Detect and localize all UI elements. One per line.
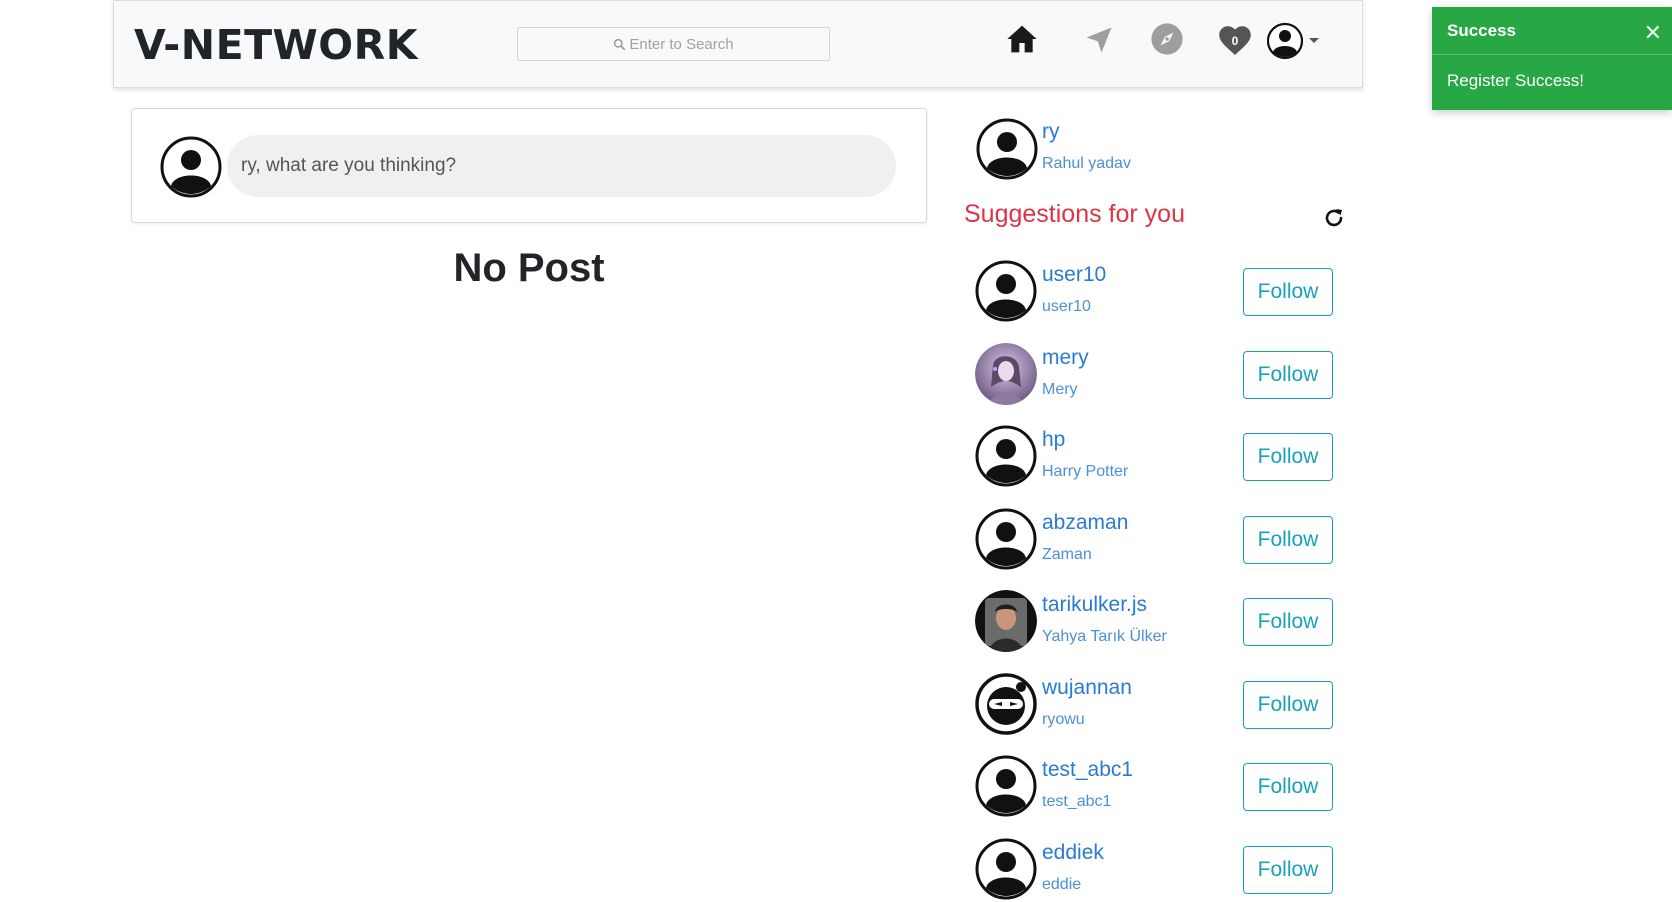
- follow-button[interactable]: Follow: [1243, 268, 1333, 316]
- current-fullname: Rahul yadav: [1042, 155, 1131, 172]
- suggestion-avatar[interactable]: [975, 672, 1037, 735]
- follow-button[interactable]: Follow: [1243, 515, 1333, 564]
- suggestion-username[interactable]: test_abc1: [1042, 758, 1133, 782]
- suggestions-list: user10 user10 Follow mery Mery Follow hp…: [975, 260, 1345, 902]
- toast-header: Success: [1432, 7, 1672, 55]
- suggestion-item: tarikulker.js Yahya Tarık Ülker Follow: [975, 590, 1345, 673]
- suggestion-username[interactable]: abzaman: [1042, 511, 1128, 535]
- refresh-icon[interactable]: [1322, 206, 1346, 230]
- toast-title: Success: [1447, 20, 1516, 40]
- suggestion-item: abzaman Zaman Follow: [975, 508, 1345, 591]
- suggestion-avatar[interactable]: [975, 838, 1037, 900]
- no-post-message: No Post: [453, 246, 605, 290]
- suggestion-username[interactable]: eddiek: [1042, 841, 1104, 865]
- toast-message: Register Success!: [1447, 71, 1584, 90]
- brand-logo[interactable]: V-NETWORK: [134, 21, 418, 69]
- send-icon[interactable]: [1081, 22, 1117, 58]
- profile-menu[interactable]: [1267, 21, 1323, 61]
- follow-button[interactable]: Follow: [1243, 433, 1333, 481]
- suggestion-fullname: Mery: [1042, 380, 1078, 398]
- suggestion-item: user10 user10 Follow: [975, 260, 1345, 343]
- suggestion-item: wujannan ryowu Follow: [975, 672, 1345, 756]
- suggestion-username[interactable]: hp: [1042, 428, 1065, 452]
- suggestion-item: hp Harry Potter Follow: [975, 425, 1345, 508]
- suggestion-username[interactable]: tarikulker.js: [1042, 593, 1147, 617]
- nav-icons: 0: [982, 1, 1362, 89]
- follow-button[interactable]: Follow: [1243, 845, 1333, 894]
- suggestion-fullname: ryowu: [1042, 710, 1085, 728]
- suggestion-item: eddiek eddie Follow: [975, 838, 1345, 902]
- suggestion-avatar[interactable]: [975, 590, 1037, 652]
- suggestion-avatar[interactable]: [975, 755, 1037, 817]
- suggestion-fullname: user10: [1042, 298, 1091, 315]
- current-user-avatar[interactable]: [976, 118, 1038, 180]
- follow-button[interactable]: Follow: [1243, 598, 1333, 646]
- suggestion-username[interactable]: wujannan: [1042, 676, 1132, 700]
- caret-down-icon: [1309, 38, 1319, 43]
- notification-count: 0: [1231, 34, 1239, 48]
- follow-button[interactable]: Follow: [1243, 350, 1333, 399]
- suggestion-item: test_abc1 test_abc1 Follow: [975, 755, 1345, 838]
- avatar-icon: [1267, 22, 1304, 60]
- current-username[interactable]: ry: [1042, 120, 1060, 144]
- suggestion-username[interactable]: user10: [1042, 263, 1106, 287]
- explore-icon[interactable]: [1149, 21, 1185, 57]
- suggestion-fullname: Harry Potter: [1042, 463, 1129, 480]
- search-input[interactable]: Enter to Search: [517, 27, 830, 61]
- heart-icon[interactable]: 0: [1216, 21, 1254, 59]
- suggestion-avatar[interactable]: [975, 342, 1037, 405]
- user-avatar[interactable]: [160, 136, 222, 198]
- suggestion-fullname: eddie: [1042, 875, 1082, 893]
- top-navbar: V-NETWORK Enter to Search 0: [113, 0, 1363, 88]
- follow-button[interactable]: Follow: [1243, 680, 1333, 729]
- suggestion-avatar[interactable]: [975, 260, 1037, 322]
- post-composer: ry, what are you thinking?: [131, 108, 927, 223]
- status-input[interactable]: ry, what are you thinking?: [227, 135, 896, 197]
- suggestion-fullname: test_abc1: [1042, 793, 1112, 810]
- suggestion-avatar[interactable]: [975, 508, 1037, 570]
- search-icon: [613, 38, 626, 51]
- suggestion-avatar[interactable]: [975, 425, 1037, 487]
- suggestion-fullname: Yahya Tarık Ülker: [1042, 628, 1167, 645]
- suggestion-username[interactable]: mery: [1042, 346, 1089, 370]
- suggestion-item: mery Mery Follow: [975, 342, 1345, 426]
- close-icon[interactable]: ✕: [1644, 20, 1662, 46]
- success-toast: Success ✕ Register Success!: [1432, 7, 1672, 110]
- search-placeholder: Enter to Search: [629, 35, 734, 53]
- home-icon[interactable]: [1004, 21, 1040, 57]
- suggestions-title: Suggestions for you: [964, 200, 1185, 228]
- suggestion-fullname: Zaman: [1042, 545, 1092, 563]
- follow-button[interactable]: Follow: [1243, 763, 1333, 811]
